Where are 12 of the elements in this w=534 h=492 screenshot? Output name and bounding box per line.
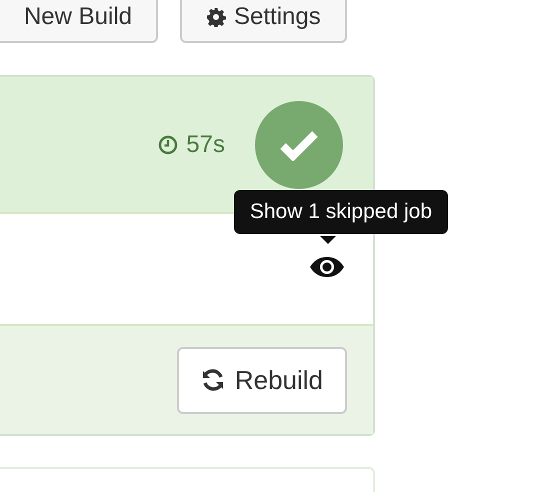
checkmark-icon [279, 128, 319, 160]
gear-icon [206, 6, 226, 26]
clock-icon [158, 134, 178, 154]
tooltip-pointer-icon [320, 236, 336, 244]
refresh-icon [200, 368, 225, 392]
eye-icon [309, 256, 345, 278]
new-build-button[interactable]: New Build [0, 0, 158, 43]
tooltip: Show 1 skipped job [234, 190, 448, 234]
duration-label: 57s [158, 130, 225, 158]
rebuild-button[interactable]: Rebuild [176, 346, 347, 414]
show-skipped-button[interactable] [309, 256, 345, 278]
settings-button[interactable]: Settings [180, 0, 347, 43]
